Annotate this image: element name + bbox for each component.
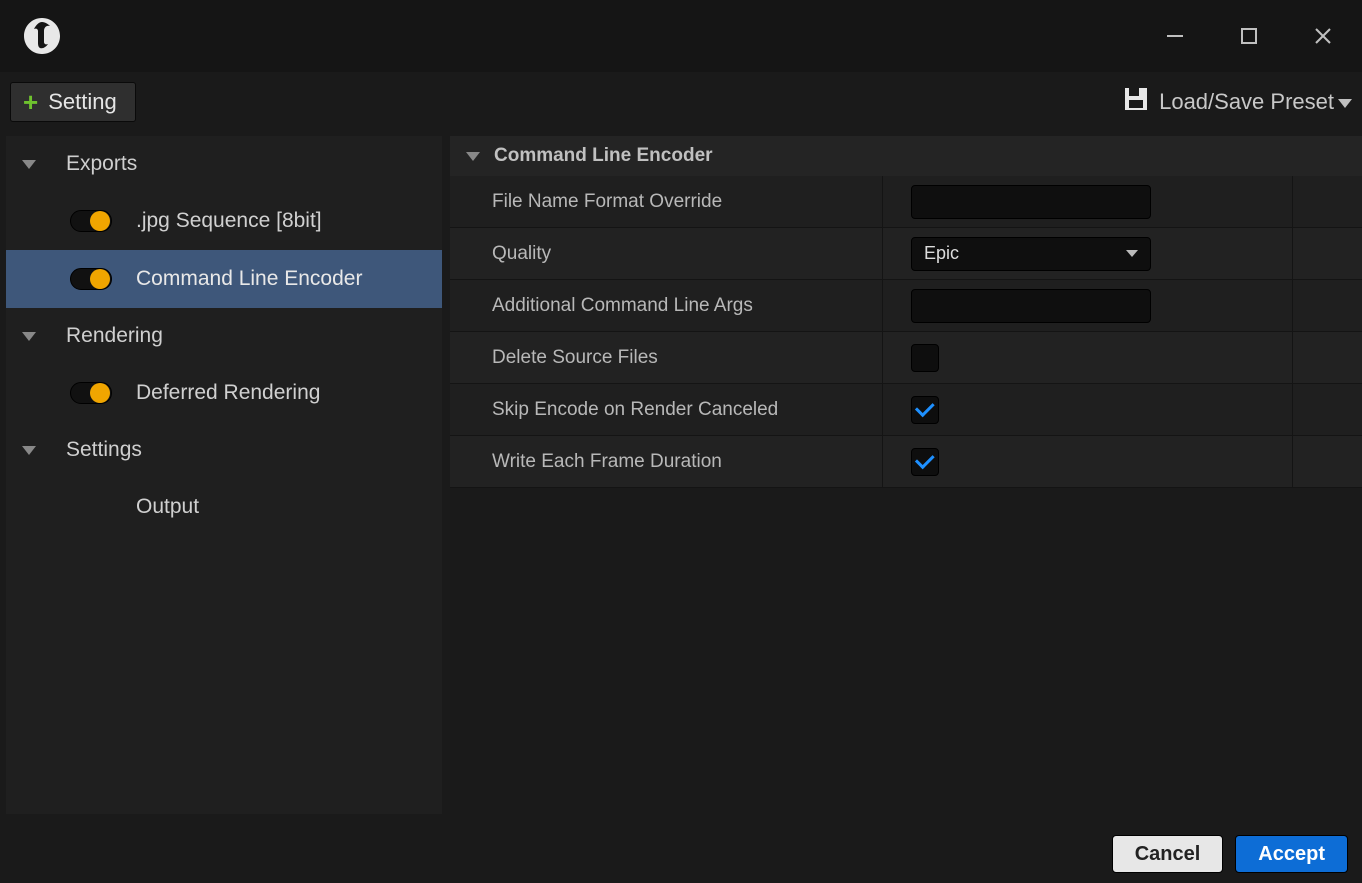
delete-source-checkbox[interactable] [911,344,939,372]
prop-row-skip-encode: Skip Encode on Render Canceled [450,384,1362,436]
prop-row-quality: Quality Epic [450,228,1362,280]
additional-args-input[interactable] [911,289,1151,323]
toggle-switch[interactable] [70,382,112,404]
dropdown-value: Epic [924,243,959,264]
chevron-down-icon [22,446,36,455]
sidebar-item-jpg-sequence[interactable]: .jpg Sequence [8bit] [6,192,442,250]
toolbar: + Setting Load/Save Preset [0,72,1362,132]
prop-row-write-each-frame: Write Each Frame Duration [450,436,1362,488]
section-header-exports[interactable]: Exports [6,136,442,192]
prop-row-additional-args: Additional Command Line Args [450,280,1362,332]
preset-label: Load/Save Preset [1159,89,1334,115]
sidebar-item-label: Deferred Rendering [136,381,320,405]
button-label: Cancel [1135,843,1201,866]
write-each-frame-checkbox[interactable] [911,448,939,476]
accept-button[interactable]: Accept [1235,835,1348,873]
toggle-switch[interactable] [70,210,112,232]
load-save-preset-button[interactable]: Load/Save Preset [1123,86,1352,118]
prop-label: Delete Source Files [450,347,882,369]
sidebar-item-command-line-encoder[interactable]: Command Line Encoder [6,250,442,308]
section-header-rendering[interactable]: Rendering [6,308,442,364]
close-button[interactable] [1296,14,1350,58]
prop-label: File Name Format Override [450,191,882,213]
chevron-down-icon [22,332,36,341]
add-setting-button[interactable]: + Setting [10,82,136,122]
main-body: Exports .jpg Sequence [8bit] Command Lin… [0,132,1362,825]
save-icon [1123,86,1149,118]
quality-dropdown[interactable]: Epic [911,237,1151,271]
chevron-down-icon [22,160,36,169]
titlebar [0,0,1362,72]
maximize-button[interactable] [1222,14,1276,58]
panel-title: Command Line Encoder [494,145,713,167]
section-label: Rendering [66,324,163,348]
prop-label: Quality [450,243,882,265]
section-header-settings[interactable]: Settings [6,422,442,478]
prop-row-delete-source: Delete Source Files [450,332,1362,384]
prop-label: Write Each Frame Duration [450,451,882,473]
file-name-format-input[interactable] [911,185,1151,219]
chevron-down-icon [1126,250,1138,257]
sidebar: Exports .jpg Sequence [8bit] Command Lin… [0,132,446,825]
sidebar-item-label: Command Line Encoder [136,267,362,291]
button-label: Accept [1258,843,1325,866]
footer: Cancel Accept [0,825,1362,883]
chevron-down-icon [466,152,480,161]
add-setting-label: Setting [48,89,117,115]
prop-label: Skip Encode on Render Canceled [450,399,882,421]
plus-icon: + [23,89,38,115]
section-label: Settings [66,438,142,462]
sidebar-item-deferred-rendering[interactable]: Deferred Rendering [6,364,442,422]
toggle-switch[interactable] [70,268,112,290]
panel-header[interactable]: Command Line Encoder [450,136,1362,176]
prop-label: Additional Command Line Args [450,295,882,317]
sidebar-item-label: Output [136,495,199,519]
minimize-button[interactable] [1148,14,1202,58]
section-label: Exports [66,152,137,176]
chevron-down-icon [1338,89,1352,115]
sidebar-item-output[interactable]: Output [6,478,442,536]
unreal-logo-icon [20,14,64,58]
prop-row-file-name-format: File Name Format Override [450,176,1362,228]
sidebar-item-label: .jpg Sequence [8bit] [136,209,322,233]
cancel-button[interactable]: Cancel [1112,835,1224,873]
skip-encode-checkbox[interactable] [911,396,939,424]
details-panel: Command Line Encoder File Name Format Ov… [446,132,1362,825]
